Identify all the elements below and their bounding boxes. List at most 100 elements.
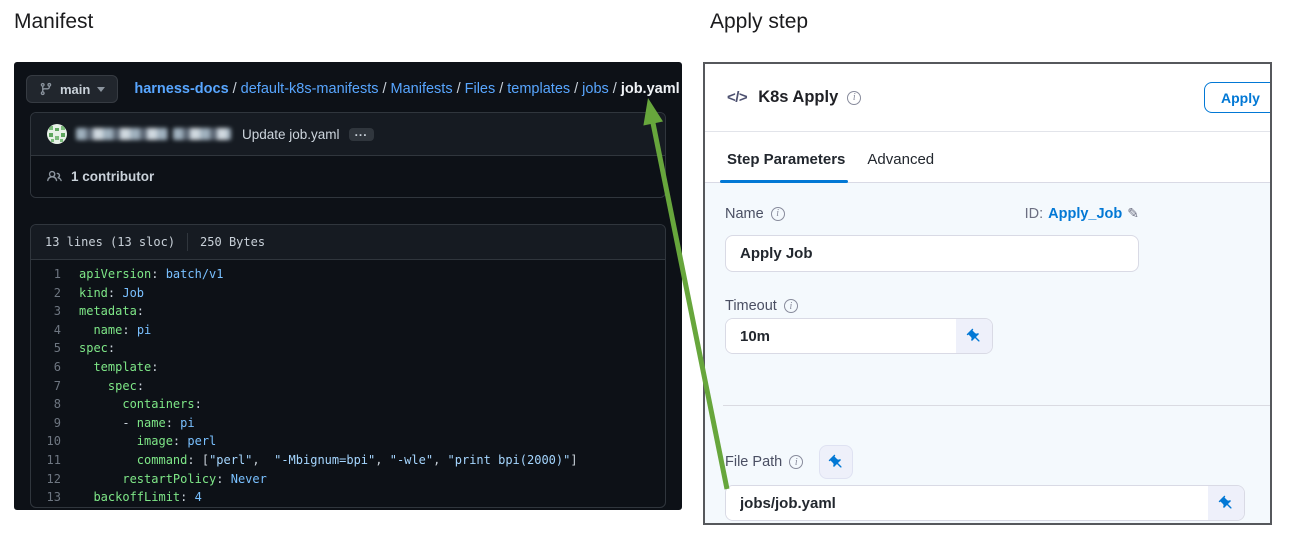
commit-message-ellipsis-button[interactable]: ...: [349, 128, 374, 141]
file-path-input[interactable]: [726, 486, 1208, 520]
file-lines-count: 13 lines (13 sloc): [45, 235, 175, 249]
commit-author-redacted: [173, 128, 231, 140]
code-token: command: [137, 451, 188, 470]
code-token: pi: [180, 414, 194, 433]
code-token: "-Mbignum=bpi": [274, 451, 375, 470]
step-id-link[interactable]: Apply_Job: [1048, 206, 1122, 222]
code-token: ,: [252, 451, 274, 470]
line-number[interactable]: 7: [31, 377, 79, 396]
code-line: 12 restartPolicy: Never: [31, 470, 665, 489]
info-circle-icon[interactable]: i: [847, 91, 861, 105]
github-file-view-panel: main harness-docs/default-k8s-manifests/…: [14, 62, 682, 510]
code-token: :: [108, 284, 122, 303]
code-token: :: [122, 321, 136, 340]
contributors-row[interactable]: 1 contributor: [31, 155, 665, 197]
code-token: :: [166, 414, 180, 433]
avatar[interactable]: [47, 124, 67, 144]
breadcrumb-link[interactable]: Files: [465, 81, 496, 97]
breadcrumb-separator: /: [495, 81, 507, 97]
github-file-header-bar: main harness-docs/default-k8s-manifests/…: [14, 62, 682, 106]
edit-pencil-icon[interactable]: ✎: [1127, 205, 1139, 222]
code-token: -: [79, 414, 137, 433]
code-token: :: [137, 377, 144, 396]
latest-commit-row: Update job.yaml ...: [31, 113, 665, 155]
step-tabs: Step Parameters Advanced: [705, 132, 1270, 183]
code-step-icon: </>: [727, 89, 747, 106]
file-content-box: 13 lines (13 sloc) 250 Bytes 1apiVersion…: [30, 224, 666, 508]
branch-name-label: main: [60, 82, 90, 97]
line-number[interactable]: 1: [31, 265, 79, 284]
timeout-field-label: Timeout i: [725, 298, 798, 314]
breadcrumb-link[interactable]: jobs: [582, 81, 609, 97]
breadcrumb-separator: /: [570, 81, 582, 97]
tab-advanced[interactable]: Advanced: [867, 151, 934, 182]
code-token: spec: [79, 339, 108, 358]
line-number[interactable]: 11: [31, 451, 79, 470]
line-number[interactable]: 5: [31, 339, 79, 358]
latest-commit-box: Update job.yaml ... 1 contributor: [30, 112, 666, 198]
breadcrumb-link[interactable]: default-k8s-manifests: [241, 81, 379, 97]
commit-message[interactable]: Update job.yaml: [242, 127, 340, 142]
breadcrumb-separator: /: [229, 81, 241, 97]
code-token: backoffLimit: [93, 488, 180, 507]
line-number[interactable]: 12: [31, 470, 79, 489]
code-token: : [: [187, 451, 209, 470]
branch-selector-button[interactable]: main: [26, 75, 118, 103]
code-token: restartPolicy: [122, 470, 216, 489]
breadcrumb: harness-docs/default-k8s-manifests/Manif…: [134, 81, 679, 97]
code-token: spec: [108, 377, 137, 396]
code-token: kind: [79, 284, 108, 303]
breadcrumb-repo-link[interactable]: harness-docs: [134, 81, 228, 97]
file-info-bar: 13 lines (13 sloc) 250 Bytes: [31, 225, 665, 260]
code-token: 4: [195, 488, 202, 507]
pushpin-icon[interactable]: [956, 319, 992, 353]
line-number[interactable]: 10: [31, 432, 79, 451]
timeout-input-combo: [725, 318, 993, 354]
code-token: [79, 488, 93, 507]
line-number[interactable]: 9: [31, 414, 79, 433]
code-token: :: [108, 339, 115, 358]
info-circle-icon[interactable]: i: [784, 299, 798, 313]
line-number[interactable]: 2: [31, 284, 79, 303]
step-parameters-form: Name i ID: Apply_Job ✎ Timeout i Fi: [705, 183, 1270, 523]
code-token: :: [151, 358, 158, 377]
name-input[interactable]: [725, 235, 1139, 272]
breadcrumb-separator: /: [609, 81, 621, 97]
code-token: [79, 358, 93, 377]
code-token: ]: [570, 451, 577, 470]
contributors-icon: [47, 169, 62, 184]
k8s-apply-step-card: </> K8s Apply i Apply Step Parameters Ad…: [703, 62, 1272, 525]
line-number[interactable]: 6: [31, 358, 79, 377]
code-line: 5spec:: [31, 339, 665, 358]
tab-step-parameters[interactable]: Step Parameters: [727, 151, 845, 182]
divider: [187, 233, 188, 251]
code-line: 4 name: pi: [31, 321, 665, 340]
file-size: 250 Bytes: [200, 235, 265, 249]
pushpin-icon[interactable]: [1208, 486, 1244, 520]
code-token: "print bpi(2000)": [448, 451, 571, 470]
code-token: template: [93, 358, 151, 377]
line-number[interactable]: 13: [31, 488, 79, 507]
code-token: batch/v1: [166, 265, 224, 284]
code-line: 10 image: perl: [31, 432, 665, 451]
pushpin-icon[interactable]: [819, 445, 853, 479]
code-line: 1apiVersion: batch/v1: [31, 265, 665, 284]
code-token: name: [137, 414, 166, 433]
code-line: 8 containers:: [31, 395, 665, 414]
chevron-down-icon: [97, 87, 105, 92]
line-number[interactable]: 4: [31, 321, 79, 340]
code-token: apiVersion: [79, 265, 151, 284]
breadcrumb-link[interactable]: Manifests: [391, 81, 453, 97]
code-token: [79, 470, 122, 489]
code-token: ,: [375, 451, 389, 470]
breadcrumb-link[interactable]: templates: [507, 81, 570, 97]
timeout-input[interactable]: [726, 319, 956, 353]
breadcrumb-separator: /: [453, 81, 465, 97]
line-number[interactable]: 8: [31, 395, 79, 414]
line-number[interactable]: 3: [31, 302, 79, 321]
code-token: Job: [122, 284, 144, 303]
apply-changes-button[interactable]: Apply: [1204, 82, 1272, 113]
info-circle-icon[interactable]: i: [771, 207, 785, 221]
code-token: ,: [433, 451, 447, 470]
info-circle-icon[interactable]: i: [789, 455, 803, 469]
